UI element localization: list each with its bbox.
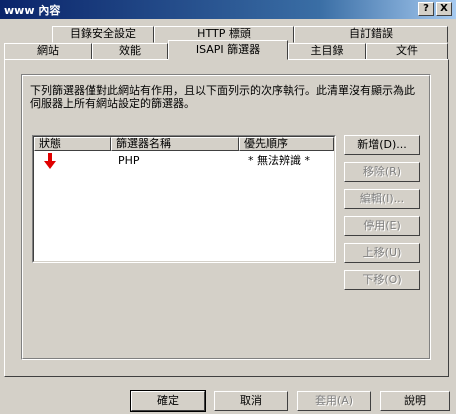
tab-home-directory[interactable]: 主目錄 [288,43,366,60]
ok-button[interactable]: 確定 [130,390,206,412]
move-down-button[interactable]: 下移(O) [344,270,420,290]
tab-performance[interactable]: 效能 [92,43,168,60]
disable-button[interactable]: 停用(E) [344,216,420,236]
title-bar[interactable]: www 內容 ? X [0,0,456,19]
down-arrow-icon [44,153,56,172]
window-title: www 內容 [4,4,61,17]
help-button[interactable]: 說明 [380,391,450,411]
add-button[interactable]: 新增(D)... [344,135,420,155]
column-header-priority[interactable]: 優先順序 [239,137,334,151]
column-header-status[interactable]: 狀態 [34,137,111,151]
remove-button[interactable]: 移除(R) [344,162,420,182]
cancel-button[interactable]: 取消 [214,391,288,411]
filter-priority-cell: * 無法辨識 * [248,154,310,167]
close-title-button[interactable]: X [436,2,452,16]
apply-button[interactable]: 套用(A) [297,391,371,411]
tab-custom-errors[interactable]: 自訂錯誤 [294,26,448,43]
table-row[interactable]: PHP * 無法辨識 * [34,152,334,170]
tab-documents[interactable]: 文件 [366,43,448,60]
filter-name-cell: PHP [118,154,140,167]
column-header-filter-name[interactable]: 篩選器名稱 [111,137,239,151]
tab-directory-security[interactable]: 目錄安全設定 [52,26,154,43]
tab-isapi-filters[interactable]: ISAPI 篩選器 [168,40,288,60]
help-title-button[interactable]: ? [418,2,434,16]
tab-website[interactable]: 網站 [4,43,92,60]
edit-button[interactable]: 編輯(I)... [344,189,420,209]
filter-list[interactable]: 狀態 篩選器名稱 優先順序 PHP * 無法辨識 * [32,135,336,263]
move-up-button[interactable]: 上移(U) [344,243,420,263]
description-text: 下列篩選器僅對此網站有作用，且以下面列示的次序執行。此清單沒有顯示為此伺服器上所… [30,84,415,110]
